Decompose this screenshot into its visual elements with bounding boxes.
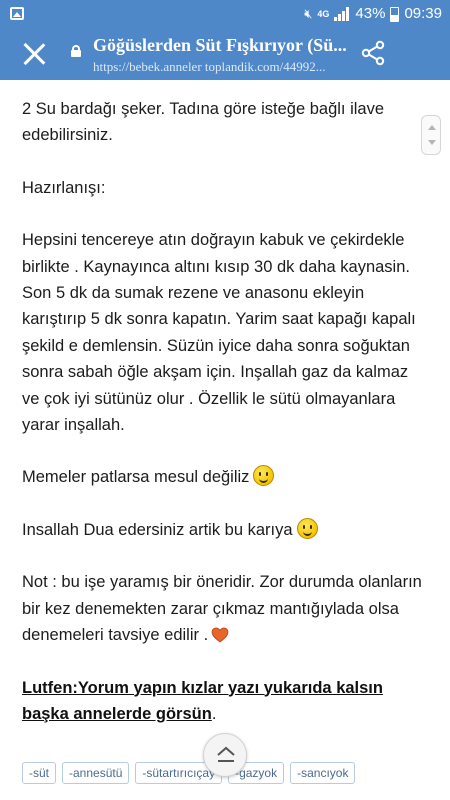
comment-request: Lutfen:Yorum yapın kızlar yazı yukarıda …	[22, 678, 383, 723]
tag-sut[interactable]: -süt	[22, 762, 57, 784]
share-icon[interactable]	[360, 40, 386, 66]
close-tab-button[interactable]	[18, 38, 50, 70]
scrollbar-thumb[interactable]	[421, 115, 441, 155]
tag-list: -süt -annesütü -sütartırıcıçay -gazyok -…	[22, 762, 356, 784]
page-url[interactable]: https://bebek.anneler toplandik.com/4499…	[93, 59, 355, 75]
prayer-line: Insallah Dua edersiniz artik bu karıya	[22, 520, 293, 539]
gallery-notification-icon	[10, 7, 24, 20]
lock-icon	[71, 45, 81, 57]
clock: 09:39	[404, 5, 442, 22]
article-body: 2 Su bardağı şeker. Tadına göre isteğe b…	[22, 96, 422, 727]
double-chevron-up-icon	[217, 746, 235, 762]
battery-percentage: 43%	[355, 5, 386, 22]
status-bar: 🔇︎ 4G 43% 09:39	[0, 0, 450, 28]
smiley-icon	[296, 517, 318, 539]
cta-period: .	[211, 704, 217, 723]
note-paragraph: Not : bu işe yaramış bir öneridir. Zor d…	[22, 569, 422, 648]
smiley-icon	[253, 465, 275, 487]
tag-annesutu[interactable]: -annesütü	[62, 762, 130, 784]
prayer-line-paragraph: Insallah Dua edersiniz artik bu karıya	[22, 517, 422, 543]
sugar-line: 2 Su bardağı şeker. Tadına göre isteğe b…	[22, 100, 385, 145]
browser-toolbar: Göğüslerden Süt Fışkırıyor (Sü... https:…	[0, 28, 450, 80]
status-indicators: 🔇︎ 4G 43% 09:39	[304, 5, 442, 23]
preparation-text: Hepsini tencereye atın doğrayın kabuk ve…	[22, 231, 416, 435]
joke-line: Memeler patlarsa mesul değiliz	[22, 468, 250, 487]
joke-line-paragraph: Memeler patlarsa mesul değiliz	[22, 464, 422, 490]
signal-icon	[334, 7, 350, 21]
scroll-to-top-button[interactable]	[203, 733, 247, 777]
battery-icon	[390, 6, 400, 22]
heart-icon	[211, 627, 229, 643]
mute-icon: 🔇︎	[304, 6, 313, 21]
page-title[interactable]: Göğüslerden Süt Fışkırıyor (Sü...	[93, 35, 355, 56]
tag-sanciyok[interactable]: -sancıyok	[290, 762, 356, 784]
network-type: 4G	[317, 9, 330, 19]
cta-paragraph: Lutfen:Yorum yapın kızlar yazı yukarıda …	[22, 675, 422, 728]
preparation-heading: Hazırlanışı:	[22, 178, 106, 197]
